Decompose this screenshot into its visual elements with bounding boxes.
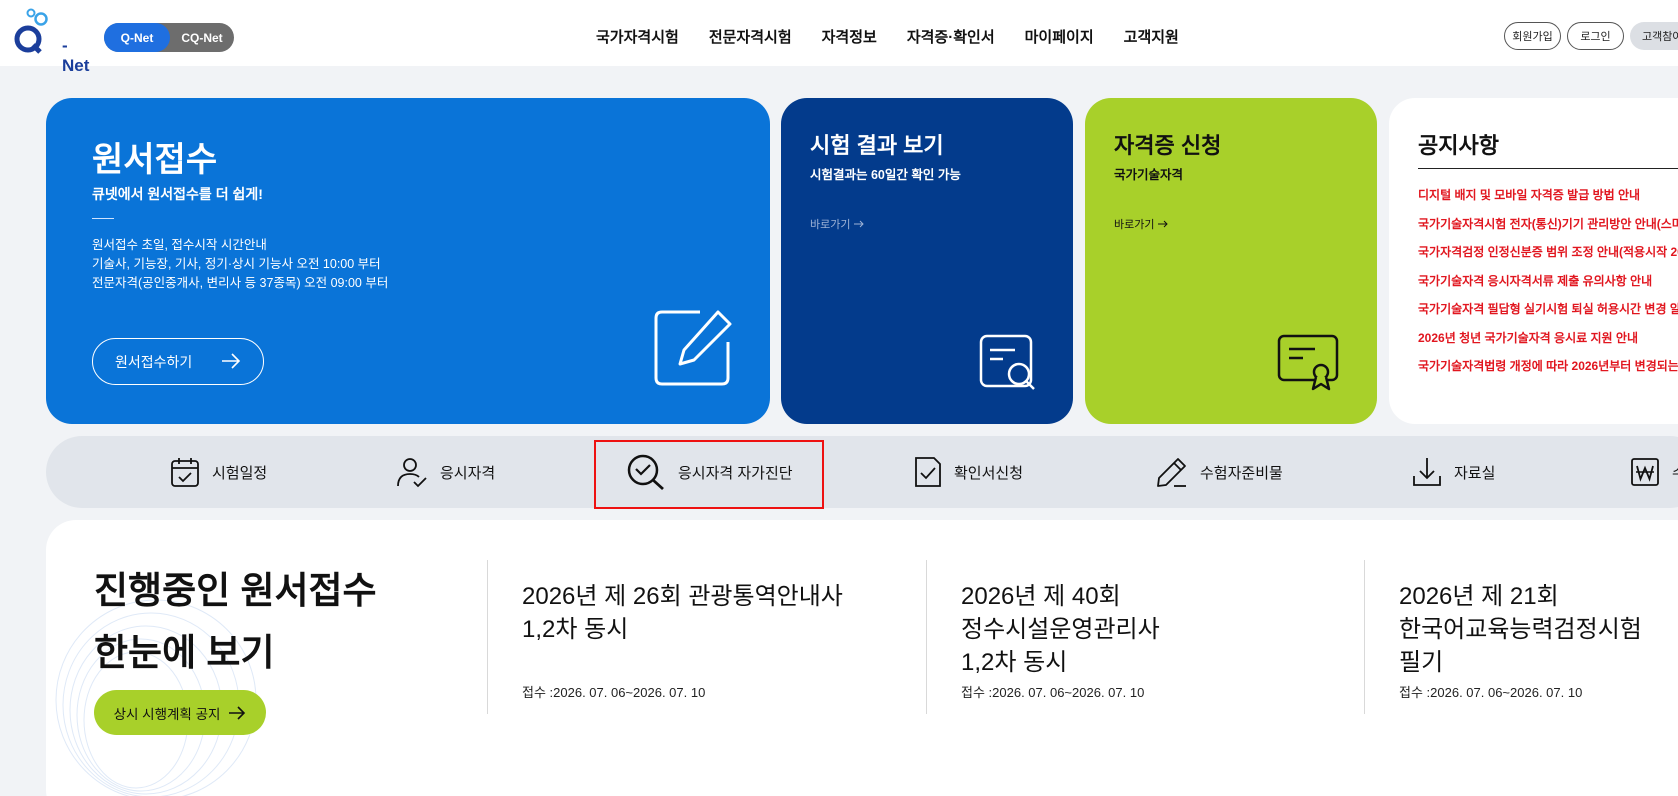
document-search-icon [979, 334, 1035, 390]
site-toggle[interactable]: Q-Net CQ-Net [104, 23, 234, 52]
regular-plan-notice-button[interactable]: 상시 시행계획 공지 [94, 690, 266, 735]
info-line: 원서접수 초일, 접수시작 시간안내 [92, 238, 267, 252]
quick-exam-supplies[interactable]: 수험자준비물 [1156, 436, 1283, 508]
pencil-icon [1157, 458, 1186, 487]
nav-qualification-info[interactable]: 자격정보 [822, 26, 877, 47]
ongoing-title: 진행중인 원서접수 한눈에 보기 [94, 560, 377, 684]
title-line: 1,2차 동시 [961, 649, 1068, 676]
title-line: 한국어교육능력검정시험 [1399, 616, 1642, 643]
license-subtitle: 국가기술자격 [1114, 168, 1184, 182]
apply-button-label: 원서접수하기 [115, 353, 193, 370]
arrow-right-icon [1158, 220, 1169, 228]
divider [92, 218, 114, 219]
apply-button[interactable]: 원서접수하기 [92, 338, 264, 385]
nav-support[interactable]: 고객지원 [1124, 26, 1179, 47]
exam-result-link[interactable]: 바로가기 [810, 216, 865, 232]
quick-label: 자료실 [1454, 464, 1496, 482]
title-line: 2026년 제 40회 [961, 583, 1121, 610]
quick-resources[interactable]: 자료실 [1412, 436, 1495, 508]
customer-participation-button[interactable]: 고객참여 [1630, 22, 1678, 50]
notice-card: 공지사항 디지털 배지 및 모바일 자격증 발급 방법 안내 국가기술자격시험 … [1389, 98, 1678, 424]
ongoing-item[interactable]: 2026년 제 21회 한국어교육능력검정시험 필기 접수 :2026. 07.… [1364, 560, 1678, 714]
quick-eligibility[interactable]: 응시자격 [396, 436, 495, 508]
quick-label: 수 [1672, 462, 1678, 483]
nav-professional-exam[interactable]: 전문자격시험 [709, 26, 792, 47]
arrow-right-icon [229, 705, 246, 720]
document-check-icon [915, 457, 941, 487]
link-label: 바로가기 [810, 219, 851, 231]
title-line: 필기 [1399, 649, 1444, 676]
highlight-box [594, 440, 824, 509]
notice-item[interactable]: 2026년 청년 국가기술자격 응시료 지원 안내 [1418, 329, 1678, 358]
application-subtitle: 큐넷에서 원서접수를 더 쉽게! [92, 186, 263, 202]
login-button[interactable]: 로그인 [1567, 22, 1624, 50]
ongoing-item-date: 접수 :2026. 07. 06~2026. 07. 10 [1399, 685, 1583, 700]
ongoing-applications-section: 진행중인 원서접수 한눈에 보기 상시 시행계획 공지 2026년 제 26회 … [46, 520, 1678, 796]
divider [1418, 168, 1678, 169]
nav-mypage[interactable]: 마이페이지 [1025, 26, 1094, 47]
application-info: 원서접수 초일, 접수시작 시간안내 기술사, 기능장, 기사, 정기·상시 기… [92, 236, 388, 293]
info-line: 기술사, 기능장, 기사, 정기·상시 기능사 오전 10:00 부터 [92, 257, 381, 271]
arrow-right-icon [222, 353, 241, 369]
application-card[interactable]: 원서접수 큐넷에서 원서접수를 더 쉽게! 원서접수 초일, 접수시작 시간안내… [46, 98, 770, 424]
user-check-icon [397, 458, 427, 488]
edit-icon [654, 310, 732, 386]
ongoing-item-title: 2026년 제 40회 정수시설운영관리사 1,2차 동시 [961, 580, 1160, 679]
title-line: 1,2차 동시 [522, 616, 629, 643]
license-title: 자격증 신청 [1114, 133, 1222, 158]
arrow-right-icon [854, 220, 865, 228]
main-nav: 국가자격시험 전문자격시험 자격정보 자격증·확인서 마이페이지 고객지원 [596, 26, 1209, 47]
ongoing-title-line: 한눈에 보기 [94, 632, 275, 673]
download-icon [1413, 458, 1441, 486]
quick-label: 확인서신청 [954, 464, 1024, 482]
license-apply-card[interactable]: 자격증 신청 국가기술자격 바로가기 [1085, 98, 1377, 424]
notice-item[interactable]: 국가기술자격법령 개정에 따라 2026년부터 변경되는 자 [1418, 357, 1678, 386]
site-header: -Net Q-Net CQ-Net 국가자격시험 전문자격시험 자격정보 자격증… [0, 0, 1678, 75]
notice-item[interactable]: 디지털 배지 및 모바일 자격증 발급 방법 안내 [1418, 186, 1678, 215]
title-line: 정수시설운영관리사 [961, 616, 1160, 643]
exam-result-subtitle: 시험결과는 60일간 확인 가능 [810, 168, 961, 182]
notice-item[interactable]: 국가기술자격시험 전자(통신)기기 관리방안 안내(스마트 [1418, 215, 1678, 244]
notice-item[interactable]: 국가자격검정 인정신분증 범위 조정 안내(적용시작 202 [1418, 243, 1678, 272]
ongoing-title-line: 진행중인 원서접수 [94, 570, 377, 611]
notice-title: 공지사항 [1418, 133, 1499, 158]
notice-list: 디지털 배지 및 모바일 자격증 발급 방법 안내 국가기술자격시험 전자(통신… [1418, 186, 1678, 386]
toggle-cqnet[interactable]: CQ-Net [170, 23, 234, 52]
ongoing-item-title: 2026년 제 21회 한국어교육능력검정시험 필기 [1399, 580, 1642, 679]
exam-result-title: 시험 결과 보기 [810, 133, 944, 158]
notice-item[interactable]: 국가기술자격 필답형 실기시험 퇴실 허용시간 변경 알림 [1418, 300, 1678, 329]
ongoing-item[interactable]: 2026년 제 26회 관광통역안내사 1,2차 동시 접수 :2026. 07… [487, 560, 927, 714]
nav-certificate[interactable]: 자격증·확인서 [907, 26, 995, 47]
ongoing-item-title: 2026년 제 26회 관광통역안내사 1,2차 동시 [522, 580, 843, 646]
quick-label: 응시자격 [440, 464, 496, 482]
link-label: 바로가기 [1114, 219, 1155, 231]
quick-fee[interactable]: 수 [1630, 436, 1678, 508]
application-title: 원서접수 [92, 141, 218, 179]
nav-national-exam[interactable]: 국가자격시험 [596, 26, 679, 47]
signup-button[interactable]: 회원가입 [1504, 22, 1561, 50]
info-line: 전문자격(공인중개사, 변리사 등 37종목) 오전 09:00 부터 [92, 276, 389, 290]
quick-exam-schedule[interactable]: 시험일정 [170, 436, 267, 508]
license-link[interactable]: 바로가기 [1114, 216, 1169, 232]
quick-menu-bar: 시험일정 응시자격 응시자격 자가진단 확인서신청 수험자준비물 자료실 [46, 436, 1678, 508]
notice-item[interactable]: 국가기술자격 응시자격서류 제출 유의사항 안내 [1418, 272, 1678, 301]
toggle-qnet[interactable]: Q-Net [104, 23, 170, 52]
title-line: 2026년 제 26회 관광통역안내사 [522, 583, 843, 610]
quick-label: 수험자준비물 [1200, 464, 1283, 482]
exam-result-card[interactable]: 시험 결과 보기 시험결과는 60일간 확인 가능 바로가기 [781, 98, 1073, 424]
ongoing-item-date: 접수 :2026. 07. 06~2026. 07. 10 [961, 685, 1145, 700]
quick-confirmation-request[interactable]: 확인서신청 [914, 436, 1023, 508]
title-line: 2026년 제 21회 [1399, 583, 1559, 610]
ongoing-item[interactable]: 2026년 제 40회 정수시설운영관리사 1,2차 동시 접수 :2026. … [926, 560, 1366, 714]
logo-text: -Net [62, 36, 90, 75]
qnet-logo[interactable]: -Net [14, 8, 89, 75]
ongoing-item-date: 접수 :2026. 07. 06~2026. 07. 10 [522, 685, 706, 700]
certificate-icon [1277, 334, 1339, 391]
button-label: 상시 시행계획 공지 [113, 706, 221, 722]
won-currency-icon [1631, 458, 1659, 486]
quick-label: 시험일정 [212, 464, 268, 482]
calendar-check-icon [171, 458, 199, 487]
